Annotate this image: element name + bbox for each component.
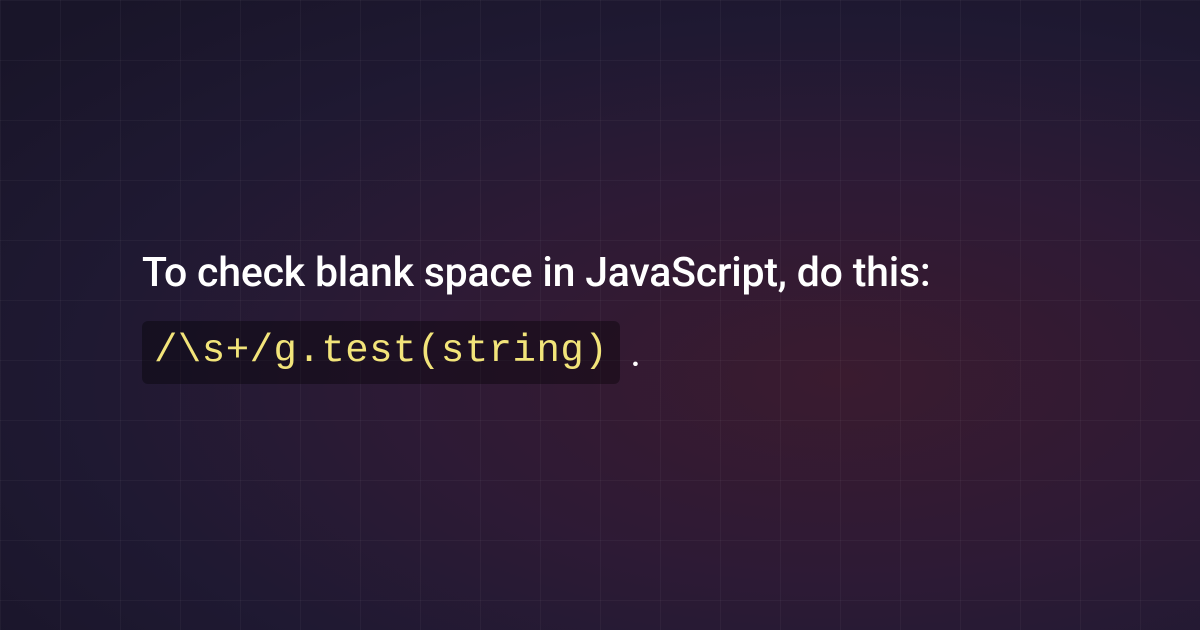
code-snippet: /\s+/g.test(string) bbox=[142, 321, 620, 384]
heading-text: To check blank space in JavaScript, do t… bbox=[142, 246, 1080, 301]
content-container: To check blank space in JavaScript, do t… bbox=[0, 0, 1200, 630]
trailing-period: . bbox=[630, 329, 641, 377]
code-line: /\s+/g.test(string) . bbox=[142, 321, 1080, 384]
